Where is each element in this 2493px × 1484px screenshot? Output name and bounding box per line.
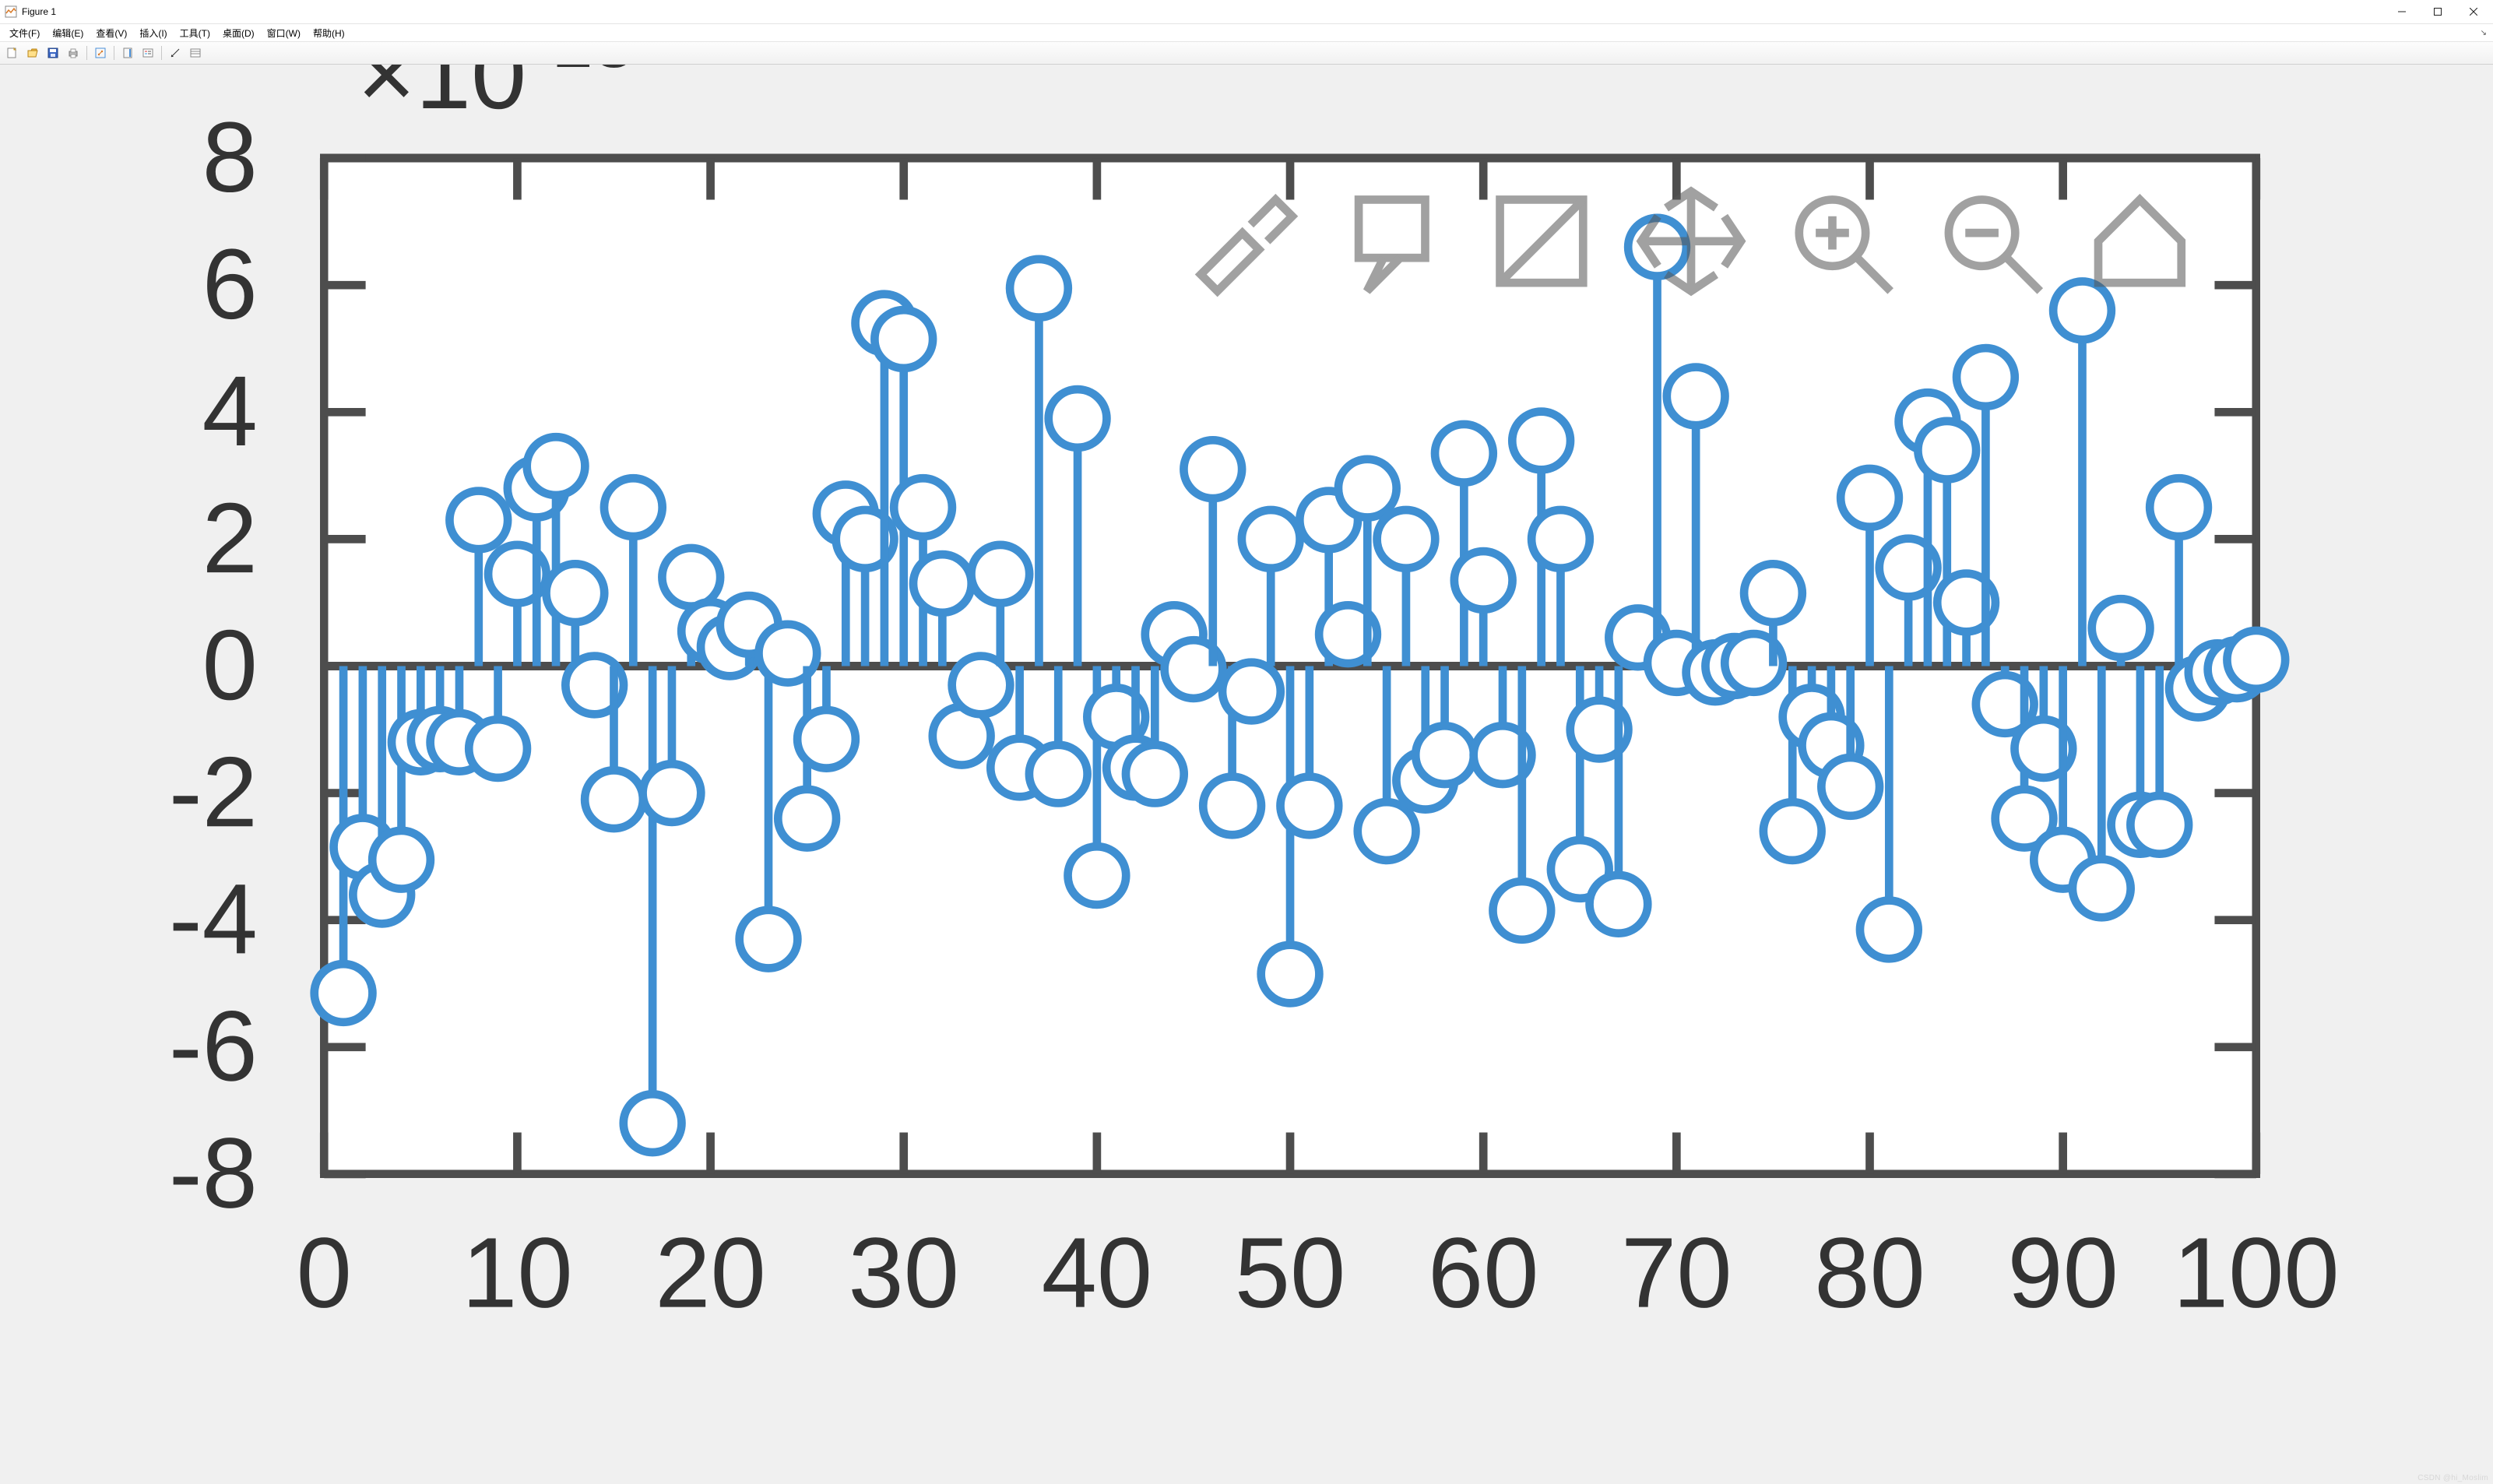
rotate-icon[interactable] [1475,174,1609,308]
svg-text:80: 80 [1814,1218,1925,1311]
insert-colorbar-icon[interactable] [118,44,137,62]
menu-bar: 文件(F) 编辑(E) 查看(V) 插入(I) 工具(T) 桌面(D) 窗口(W… [0,24,2493,41]
svg-text:8: 8 [202,102,258,213]
menu-desktop[interactable]: 桌面(D) [216,25,261,41]
svg-text:-6: -6 [169,990,258,1102]
zoom-in-icon[interactable] [1774,174,1908,308]
app-icon [5,5,17,18]
close-button[interactable] [2456,0,2491,23]
menu-edit[interactable]: 编辑(E) [46,25,90,41]
svg-text:-4: -4 [169,863,258,975]
menu-insert[interactable]: 插入(I) [133,25,173,41]
brush-icon[interactable] [1176,174,1309,308]
menu-file[interactable]: 文件(F) [3,25,46,41]
restore-view-icon[interactable] [2073,174,2206,308]
zoom-out-icon[interactable] [1924,174,2057,308]
svg-text:50: 50 [1235,1218,1345,1311]
menu-overflow-icon[interactable]: ↘ [2481,29,2487,37]
figure-window: Figure 1 文件(F) 编辑(E) 查看(V) 插入(I) 工具(T) 桌… [0,0,2493,1484]
svg-text:0: 0 [297,1218,352,1311]
open-property-editor-icon[interactable] [186,44,205,62]
print-icon[interactable] [64,44,83,62]
svg-text:-8: -8 [169,1118,258,1229]
toolbar-separator [86,46,87,60]
menu-view[interactable]: 查看(V) [90,25,133,41]
svg-text:70: 70 [1621,1218,1732,1311]
stem-plot: 0 10 20 30 40 50 60 70 80 90 100 -8 -6 -4 -2 0 2 4 6 8 ×10-1… [0,65,2493,1311]
menu-help[interactable]: 帮助(H) [307,25,351,41]
insert-legend-icon[interactable] [139,44,157,62]
svg-text:100: 100 [2173,1218,2340,1311]
edit-plot-icon[interactable] [166,44,185,62]
menu-window[interactable]: 窗口(W) [261,25,307,41]
window-title: Figure 1 [22,6,56,17]
link-axes-icon[interactable] [91,44,110,62]
svg-text:4: 4 [202,356,258,467]
menu-tools[interactable]: 工具(T) [174,25,216,41]
watermark: CSDN @hi_Moslim [2417,1474,2488,1482]
svg-text:40: 40 [1042,1218,1152,1311]
svg-text:×10-13: ×10-13 [357,65,635,130]
toolbar-separator [161,46,162,60]
maximize-button[interactable] [2420,0,2456,23]
save-icon[interactable] [44,44,62,62]
svg-text:30: 30 [848,1218,958,1311]
svg-text:90: 90 [2007,1218,2118,1311]
svg-text:6: 6 [202,229,258,340]
svg-text:60: 60 [1428,1218,1538,1311]
minimize-button[interactable] [2384,0,2420,23]
svg-text:10: 10 [462,1218,572,1311]
new-figure-icon[interactable] [3,44,22,62]
data-tips-icon[interactable] [1325,174,1458,308]
svg-text:2: 2 [202,483,258,594]
svg-text:-2: -2 [169,737,258,848]
pan-icon[interactable] [1625,174,1758,308]
svg-text:20: 20 [655,1218,765,1311]
axes-canvas[interactable]: 0 10 20 30 40 50 60 70 80 90 100 -8 -6 -4 -2 0 2 4 6 8 ×10-1… [0,65,2493,1484]
svg-text:0: 0 [202,610,258,721]
open-icon[interactable] [23,44,42,62]
title-bar: Figure 1 [0,0,2493,24]
figure-toolbar [0,41,2493,65]
